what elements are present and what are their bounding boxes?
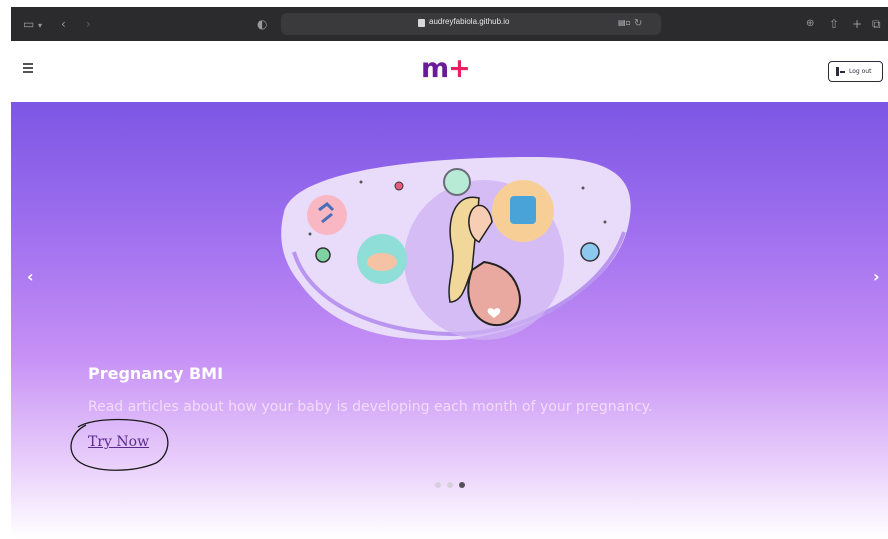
- carousel-next-button[interactable]: ›: [873, 267, 880, 287]
- share-icon[interactable]: ⇧: [829, 16, 839, 32]
- slide-description: Read articles about how your baby is dev…: [88, 399, 653, 415]
- logout-icon: [836, 67, 845, 76]
- chevron-down-icon[interactable]: ▾: [38, 18, 42, 34]
- carousel-indicators: [435, 482, 465, 488]
- logout-button[interactable]: Log out: [828, 61, 883, 82]
- reload-icon[interactable]: ↻: [634, 16, 642, 32]
- carousel-prev-button[interactable]: ‹: [27, 267, 34, 287]
- browser-toolbar: ▭ ▾ ‹ › ◐ audreyfabiola.github.io ▤▫ ↻ ⊕…: [11, 7, 888, 41]
- logo-m: m: [421, 53, 449, 84]
- address-bar[interactable]: audreyfabiola.github.io ▤▫: [281, 13, 661, 35]
- logo-plus: +: [448, 53, 471, 84]
- forward-icon[interactable]: ›: [86, 16, 91, 32]
- site-logo[interactable]: m+: [421, 53, 471, 84]
- menu-icon[interactable]: [23, 63, 33, 73]
- hero-carousel: ‹ › Pregnancy BMI Read articles about ho…: [11, 102, 888, 539]
- privacy-shield-icon[interactable]: ◐: [257, 16, 267, 32]
- pregnancy-illustration: [281, 157, 631, 341]
- site-header: m+ Log out: [11, 41, 888, 102]
- carousel-dot-3[interactable]: [459, 482, 465, 488]
- sidebar-icon[interactable]: ▭: [23, 16, 34, 32]
- try-now-link[interactable]: Try Now: [88, 434, 149, 450]
- reader-icon[interactable]: ▤▫: [618, 18, 631, 27]
- slide-title: Pregnancy BMI: [88, 364, 224, 383]
- back-icon[interactable]: ‹: [61, 16, 66, 32]
- carousel-dot-2[interactable]: [447, 482, 453, 488]
- lock-icon: [418, 19, 425, 27]
- download-icon[interactable]: ⊕: [806, 16, 814, 32]
- new-tab-icon[interactable]: +: [852, 16, 862, 32]
- carousel-dot-1[interactable]: [435, 482, 441, 488]
- url-text: audreyfabiola.github.io: [429, 17, 510, 26]
- logout-label: Log out: [849, 68, 872, 75]
- tab-overview-icon[interactable]: ⧉: [872, 16, 881, 32]
